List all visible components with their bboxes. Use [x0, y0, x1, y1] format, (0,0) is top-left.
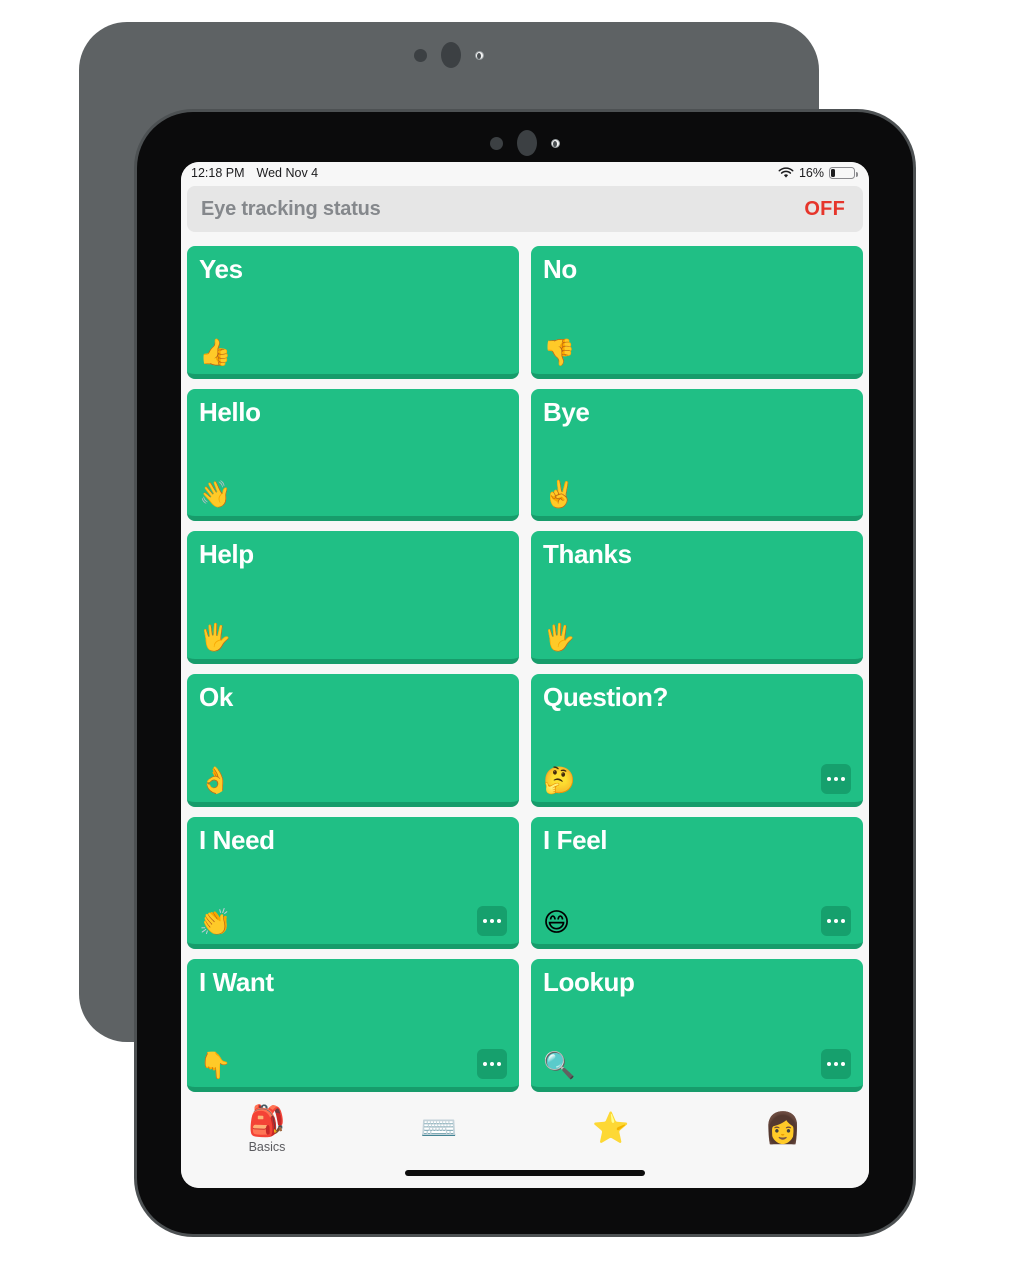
phrase-card[interactable]: No 👎 [531, 246, 863, 379]
tab-item[interactable]: ⌨️ [353, 1110, 525, 1147]
woman-icon: 👩 [764, 1110, 802, 1146]
tab-item[interactable]: ⭐ [525, 1110, 697, 1147]
status-bar-left: 12:18 PM Wed Nov 4 [191, 166, 318, 180]
phrase-card[interactable]: Help 🖐️ [187, 531, 519, 664]
phrase-card-label: Question? [543, 682, 668, 712]
more-options-icon[interactable] [821, 906, 851, 937]
camera-flash-icon [551, 138, 560, 148]
clapping-hands-icon: 👏 [199, 908, 232, 939]
phrase-card-footer: 👋 [199, 478, 507, 508]
magnifying-glass-icon: 🔍 [543, 1051, 576, 1081]
grinning-face-icon: 😄 [543, 908, 571, 939]
phrase-card[interactable]: I Want 👇 [187, 959, 519, 1092]
more-options-icon[interactable] [477, 906, 507, 937]
more-options-icon[interactable] [821, 763, 851, 794]
raised-hand-icon: 🖐️ [543, 623, 576, 653]
phrase-card-label: Ok [199, 682, 233, 712]
tab-bar: 🎒 Basics ⌨️ ⭐ 👩 [181, 1094, 869, 1170]
eye-tracking-status-label: Eye tracking status [201, 197, 381, 220]
phrase-card-footer: 🔍 [543, 1049, 851, 1079]
phrase-card[interactable]: Bye ✌️ [531, 388, 863, 522]
pointing-down-icon: 👇 [199, 1051, 232, 1081]
phrase-card-label: Help [199, 539, 254, 570]
phrase-card-footer: 👌 [199, 764, 507, 794]
camera-dot-small-icon [414, 48, 427, 62]
home-indicator[interactable] [405, 1170, 645, 1176]
camera-dot-small-icon [490, 136, 503, 150]
phrase-card[interactable]: I Feel 😄 [531, 816, 863, 950]
phrase-card-footer: 🖐️ [199, 621, 507, 651]
home-indicator-area [181, 1170, 869, 1188]
thumbs-down-icon: 👎 [543, 337, 576, 368]
status-time: 12:18 PM [191, 166, 245, 180]
phrase-card-footer: 😄 [543, 906, 851, 939]
phrase-card-footer: 👍 [199, 336, 507, 366]
phrase-card-footer: 🖐️ [543, 621, 851, 651]
phrase-card-label: I Need [199, 824, 275, 855]
battery-percent-label: 16% [798, 166, 824, 180]
ok-hand-icon: 👌 [199, 765, 232, 796]
camera-dot-large-icon [441, 42, 461, 68]
status-bar-right: 16% [778, 166, 858, 180]
device-screen: 12:18 PM Wed Nov 4 16% Eye tracking stat… [181, 162, 869, 1188]
tab-item[interactable]: 👩 [697, 1110, 869, 1147]
phrase-card[interactable]: Thanks 🖐️ [531, 531, 863, 664]
camera-flash-icon [475, 50, 484, 60]
battery-icon [829, 167, 858, 179]
phrase-card[interactable]: Hello 👋 [187, 388, 519, 522]
backpack-icon: 🎒 [248, 1103, 286, 1139]
phrase-card-footer: 👎 [543, 336, 851, 366]
phrase-card-label: Hello [199, 396, 261, 427]
phrase-card-label: Thanks [543, 539, 632, 570]
phrase-card-label: I Feel [543, 824, 608, 855]
raised-hand-icon: 🖐️ [199, 623, 232, 653]
phrase-card-footer: 👇 [199, 1049, 507, 1079]
eye-tracking-status-value: OFF [804, 197, 845, 220]
thumbs-up-icon: 👍 [199, 337, 232, 368]
more-options-icon[interactable] [477, 1049, 507, 1079]
keyboard-icon: ⌨️ [420, 1110, 458, 1146]
more-options-icon[interactable] [821, 1049, 851, 1079]
front-device-frame: 12:18 PM Wed Nov 4 16% Eye tracking stat… [137, 112, 913, 1234]
victory-hand-icon: ✌️ [543, 480, 576, 511]
phrase-card-label: Yes [199, 254, 243, 284]
phrase-card-footer: 🤔 [543, 763, 851, 796]
tab-item-label: Basics [248, 1139, 286, 1154]
phrase-card-label: No [543, 254, 577, 284]
phrase-card-footer: ✌️ [543, 478, 851, 508]
thinking-face-icon: 🤔 [543, 765, 576, 796]
waving-hand-icon: 👋 [199, 480, 232, 511]
battery-fill [831, 169, 835, 177]
phrase-card[interactable]: Question? 🤔 [531, 674, 863, 807]
wifi-icon [778, 167, 794, 178]
front-camera-cluster [137, 130, 913, 156]
camera-dot-large-icon [517, 130, 537, 156]
tab-item[interactable]: 🎒 Basics [181, 1103, 353, 1154]
screenshot-root: 12:18 PM Wed Nov 4 16% Eye tracking stat… [0, 0, 1012, 1284]
status-date: Wed Nov 4 [256, 166, 319, 180]
phrase-card-grid: Yes 👍 No 👎 Hello 👋 Bye ✌️ Help 🖐️ Thanks 🖐️ Ok 👌 Quest… [181, 232, 869, 1094]
phrase-card-label: Lookup [543, 967, 635, 998]
phrase-card-footer: 👏 [199, 906, 507, 939]
status-bar: 12:18 PM Wed Nov 4 16% [181, 162, 869, 184]
phrase-card[interactable]: I Need 👏 [187, 816, 519, 950]
phrase-card[interactable]: Ok 👌 [187, 674, 519, 807]
phrase-card-label: I Want [199, 967, 274, 998]
back-camera-cluster [79, 42, 819, 68]
star-icon: ⭐ [592, 1110, 630, 1146]
phrase-card[interactable]: Lookup 🔍 [531, 959, 863, 1092]
phrase-card[interactable]: Yes 👍 [187, 246, 519, 379]
eye-tracking-status-bar[interactable]: Eye tracking status OFF [187, 186, 863, 232]
phrase-card-label: Bye [543, 396, 590, 427]
